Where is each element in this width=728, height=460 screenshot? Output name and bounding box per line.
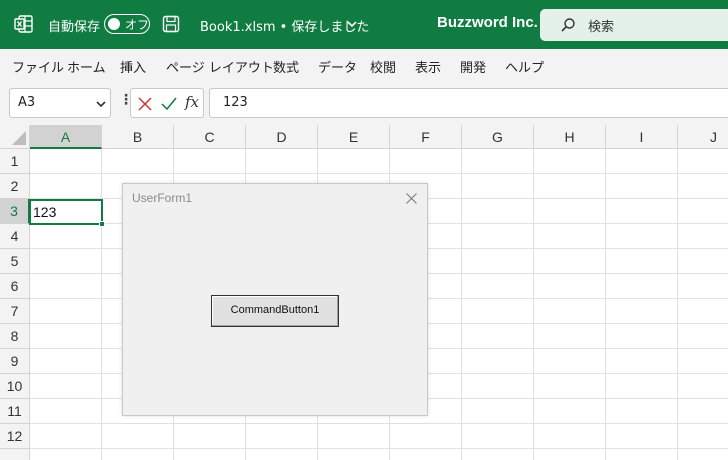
- row-header-4[interactable]: 4: [0, 224, 30, 249]
- row-header-9[interactable]: 9: [0, 349, 30, 374]
- column-header-c[interactable]: C: [174, 125, 246, 149]
- file-name[interactable]: Book1.xlsm • 保存しました: [200, 16, 369, 35]
- column-header-i[interactable]: I: [606, 125, 678, 149]
- search-placeholder: 検索: [588, 20, 615, 35]
- gridline: [30, 448, 728, 449]
- userform-window: UserForm1 CommandButton1: [122, 183, 428, 416]
- row-header-6[interactable]: 6: [0, 274, 30, 299]
- command-button-1[interactable]: CommandButton1: [211, 295, 339, 327]
- gridline: [30, 173, 728, 174]
- column-header-e[interactable]: E: [318, 125, 390, 149]
- autosave-state: オフ: [125, 18, 150, 32]
- column-header-f[interactable]: F: [390, 125, 462, 149]
- name-box[interactable]: A3: [9, 88, 111, 118]
- menu-file[interactable]: ファイル: [12, 57, 64, 76]
- column-header-d[interactable]: D: [246, 125, 318, 149]
- row-header-10[interactable]: 10: [0, 374, 30, 399]
- excel-icon[interactable]: [14, 14, 34, 34]
- row-header-3[interactable]: 3: [0, 199, 30, 224]
- userform-title: UserForm1: [132, 191, 193, 205]
- gridline: [677, 149, 678, 460]
- row-header-1[interactable]: 1: [0, 149, 30, 174]
- row-header-13[interactable]: [0, 449, 30, 460]
- autosave-toggle[interactable]: オフ: [104, 14, 150, 34]
- formula-bar: A3 ⋮ fx 123: [0, 83, 728, 125]
- gridline: [30, 423, 728, 424]
- row-header-8[interactable]: 8: [0, 324, 30, 349]
- toggle-knob: [108, 18, 120, 30]
- check-icon[interactable]: [161, 97, 177, 111]
- company-name: Buzzword Inc.: [437, 14, 538, 31]
- search-icon: [561, 18, 575, 32]
- row-header-11[interactable]: 11: [0, 399, 30, 424]
- gridline: [605, 149, 606, 460]
- column-header-b[interactable]: B: [102, 125, 174, 149]
- autosave-label: 自動保存: [48, 20, 101, 35]
- menu-developer[interactable]: 開発: [460, 57, 486, 76]
- select-all-triangle: [12, 131, 26, 145]
- row-header-7[interactable]: 7: [0, 299, 30, 324]
- fill-handle[interactable]: [99, 221, 105, 227]
- row-header-5[interactable]: 5: [0, 249, 30, 274]
- formula-value: 123: [223, 95, 248, 110]
- menu-review[interactable]: 校閲: [370, 57, 396, 76]
- column-header-a[interactable]: A: [30, 125, 102, 149]
- close-icon[interactable]: [406, 193, 417, 204]
- title-bar: 自動保存 オフ Book1.xlsm • 保存しました Buzzword Inc…: [0, 0, 728, 49]
- row-header-12[interactable]: 12: [0, 424, 30, 449]
- column-header-g[interactable]: G: [462, 125, 534, 149]
- gridline: [533, 149, 534, 460]
- gridline: [461, 149, 462, 460]
- menu-view[interactable]: 表示: [415, 57, 441, 76]
- menu-home[interactable]: ホーム: [67, 57, 106, 76]
- gridline: [101, 149, 102, 460]
- menu-help[interactable]: ヘルプ: [505, 57, 544, 76]
- column-header-j[interactable]: J: [678, 125, 728, 149]
- name-box-value: A3: [18, 95, 36, 110]
- formula-input[interactable]: 123: [209, 88, 728, 118]
- search-box[interactable]: 検索: [540, 9, 728, 41]
- save-icon[interactable]: [162, 15, 180, 33]
- menu-page-layout[interactable]: ページ レイアウト: [166, 57, 274, 76]
- insert-function-button[interactable]: fx: [185, 93, 199, 111]
- menu-formulas[interactable]: 数式: [273, 57, 299, 76]
- row-header-2[interactable]: 2: [0, 174, 30, 199]
- chevron-down-icon[interactable]: [346, 18, 358, 30]
- menu-data[interactable]: データ: [318, 57, 357, 76]
- cancel-icon[interactable]: [138, 97, 152, 111]
- chevron-down-icon[interactable]: [96, 99, 106, 109]
- formula-buttons: fx: [130, 88, 204, 118]
- menu-insert[interactable]: 挿入: [120, 57, 146, 76]
- ribbon-menu-bar: ファイル ホーム 挿入 ページ レイアウト 数式 データ 校閲 表示 開発 ヘル…: [0, 49, 728, 83]
- select-all-corner[interactable]: [0, 125, 30, 149]
- column-header-h[interactable]: H: [534, 125, 606, 149]
- cell-a3-value: 123: [33, 204, 57, 220]
